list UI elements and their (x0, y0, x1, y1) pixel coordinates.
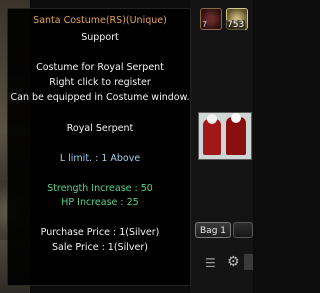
menu-icon[interactable]: ☰ (205, 256, 216, 270)
item-sale-price: Sale Price : 1(Silver) (52, 242, 148, 253)
santa-costume-item-slot[interactable] (198, 112, 252, 160)
gear-icon[interactable]: ⚙ (227, 254, 240, 270)
item-level-limit: L limit. : 1 Above (59, 153, 141, 164)
costume-figure-right (226, 113, 246, 155)
item-purchase-price: Purchase Price : 1(Silver) (40, 227, 160, 238)
slot-count-left: 7 (202, 20, 208, 29)
item-category: Support (81, 32, 119, 43)
item-race: Royal Serpent (66, 123, 134, 134)
bag-tab-1[interactable]: Bag 1 (195, 222, 231, 238)
item-description-line-3: Can be equipped in Costume window. (10, 92, 190, 103)
bag-tab-2[interactable] (233, 222, 253, 238)
item-description-line-2: Right click to register (49, 77, 151, 88)
inventory-bottom-icon[interactable] (244, 254, 253, 270)
item-stat-hp: HP Increase : 25 (61, 197, 139, 208)
costume-figure-left (203, 114, 221, 155)
item-name: Santa Costume(RS)(Unique) (33, 15, 167, 26)
slot-count-right: 753 (226, 20, 246, 30)
item-description-line-1: Costume for Royal Serpent (36, 62, 164, 73)
item-stat-strength: Strength Increase : 50 (47, 183, 153, 194)
item-tooltip: Santa Costume(RS)(Unique) Support Costum… (7, 8, 191, 286)
